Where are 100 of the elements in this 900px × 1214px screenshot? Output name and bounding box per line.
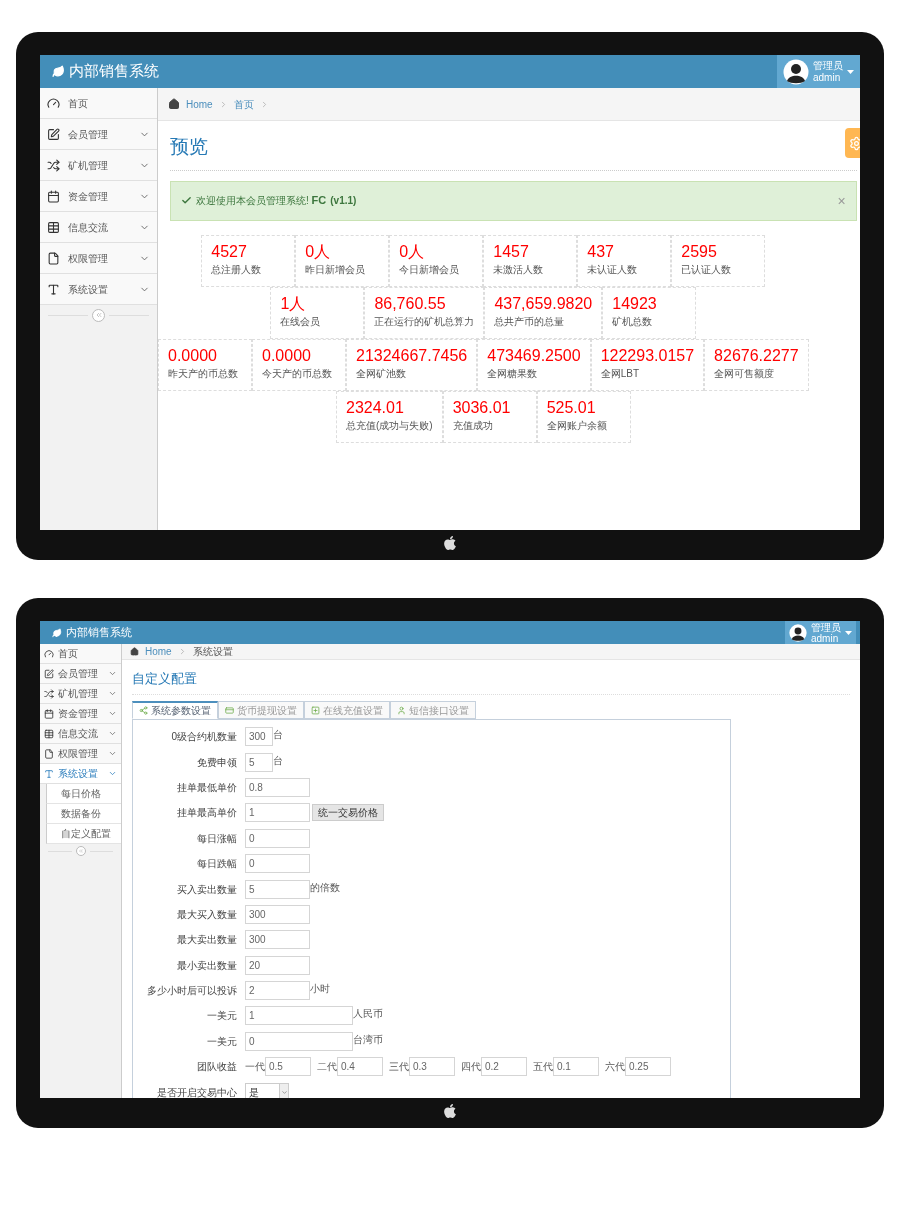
text-field[interactable]: 300 [245,904,310,924]
avatar-icon [789,623,807,642]
sidebar-item[interactable]: 资金管理 [40,704,121,724]
stat-label: 在线会员 [280,314,322,329]
sidebar-item[interactable]: 权限管理 [40,744,121,764]
file-icon [44,748,54,759]
page-title: 预览 [170,136,208,157]
home-icon [168,98,180,110]
sidebar-item[interactable]: 矿机管理 [40,684,121,704]
stat-value: 1457 [493,241,530,262]
submenu-item[interactable]: 每日价格 [46,784,121,804]
chevron-icon [108,749,117,758]
sidebar-item[interactable]: 会员管理 [40,664,121,684]
user-role: 管理员 [811,621,841,633]
breadcrumb-link[interactable]: Home [145,644,172,659]
calendar-icon [44,708,54,719]
sidebar-item[interactable]: 首页 [40,88,157,119]
field-label: 一美元 [206,1009,238,1024]
field-label: 一美元 [206,1034,238,1049]
text-field[interactable]: 0 [245,854,310,874]
sidebar-item[interactable]: 信息交流 [40,724,121,744]
sidebar-item[interactable]: 系统设置 [40,764,121,784]
sidebar-item[interactable]: 首页 [40,644,121,664]
text-field[interactable]: 0 [245,828,310,848]
unit-label: 台湾币 [353,1032,383,1047]
text-field[interactable]: 0.4 [337,1057,383,1077]
text-field[interactable]: 2 [245,981,310,1001]
field-label: 团队收益 [196,1060,238,1075]
generation-label: 四代 [461,1060,481,1075]
breadcrumb-link[interactable]: 首页 [233,96,254,112]
chevron-icon [108,669,117,678]
generation-label: 二代 [317,1060,337,1075]
sidebar-item[interactable]: 会员管理 [40,119,157,150]
field-label: 每日涨幅 [196,831,238,846]
field-label: 是否开启交易中心 [156,1085,238,1098]
text-field[interactable]: 1 [245,803,310,823]
stat-value: 14923 [612,293,658,314]
stat-value: 3036.01 [452,397,512,418]
sidebar-item[interactable]: 系统设置 [40,274,157,305]
field-label: 买入卖出数量 [176,882,238,897]
text-icon [44,768,54,779]
tab[interactable]: 系统参数设置 [132,701,218,719]
sidebar-item[interactable]: 资金管理 [40,181,157,212]
stat-label: 已认证人数 [681,262,733,277]
unify-price-button[interactable]: 统一交易价格 [312,804,384,822]
text-field[interactable]: 1 [245,1006,353,1026]
leaf-icon [52,627,62,638]
alert-message: 欢迎使用本会员管理系统! FC [196,193,327,209]
select-field[interactable]: 是 [245,1083,289,1098]
collapse-button[interactable] [75,846,86,856]
share-icon [139,706,148,715]
user-name: admin [813,71,841,84]
text-field[interactable]: 0 [245,1031,353,1051]
text-field[interactable]: 5 [245,879,310,899]
text-field[interactable]: 5 [245,752,273,772]
home-icon [130,647,139,656]
chevron-icon [108,689,117,698]
sidebar-item[interactable]: 信息交流 [40,212,157,243]
avatar-icon [783,58,809,85]
stat-label: 正在运行的矿机总算力 [374,314,475,329]
sidebar-item[interactable]: 矿机管理 [40,150,157,181]
brand-title: 内部销售系统 [66,625,132,641]
stat-value: 0.0000 [168,345,218,366]
text-field[interactable]: 20 [245,955,310,975]
text-field[interactable]: 300 [245,930,310,950]
breadcrumb-link[interactable]: 系统设置 [192,644,233,659]
text-field[interactable]: 0.25 [625,1057,671,1077]
text-field[interactable]: 0.5 [265,1057,311,1077]
generation-label: 五代 [533,1060,553,1075]
page-title: 自定义配置 [132,671,197,686]
stat-value: 0人 [305,241,332,262]
collapse-button[interactable] [92,308,105,322]
unit-label: 的倍数 [310,880,340,895]
text-field[interactable]: 300 [245,727,273,747]
text-field[interactable]: 0.1 [553,1057,599,1077]
text-field[interactable]: 0.2 [481,1057,527,1077]
field-label: 最大买入数量 [176,907,238,922]
sidebar-item[interactable]: 权限管理 [40,243,157,274]
table-icon [47,220,60,234]
edit-icon [44,668,54,679]
settings-icon [849,135,860,151]
stat-label: 今天产的币总数 [262,366,333,381]
generation-label: 一代 [245,1060,265,1075]
field-label: 0级合约机数量 [170,730,238,745]
stat-label: 总注册人数 [211,262,263,277]
generation-label: 三代 [389,1060,409,1075]
double-chevron-icon [94,311,103,319]
chevron-icon [108,729,117,738]
stat-label: 矿机总数 [612,314,654,329]
text-field[interactable]: 0.3 [409,1057,455,1077]
user-name: admin [811,632,839,644]
stat-value: 86,760.55 [374,293,447,314]
generation-label: 六代 [605,1060,625,1075]
text-field[interactable]: 0.8 [245,777,310,797]
stat-value: 437,659.9820 [494,293,593,314]
submenu-item[interactable]: 数据备份 [46,804,121,824]
submenu-item[interactable]: 自定义配置 [46,824,121,844]
caret-icon [845,630,852,635]
file-icon [47,251,60,265]
breadcrumb-link[interactable]: Home [186,96,213,112]
